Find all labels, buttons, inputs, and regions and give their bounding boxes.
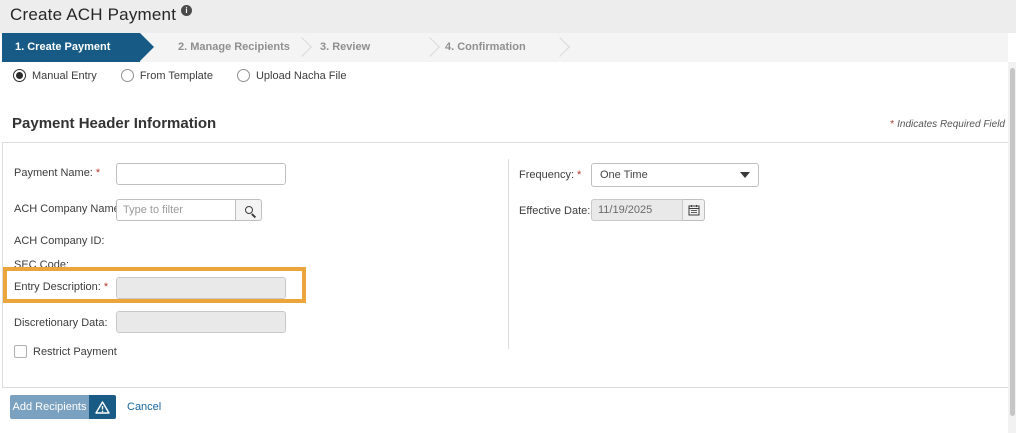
restrict-payment-checkbox[interactable] xyxy=(14,345,27,358)
frequency-label: Frequency:* xyxy=(519,169,581,181)
step-review[interactable]: 3. Review xyxy=(320,33,370,62)
radio-unselected-icon xyxy=(237,69,250,82)
entry-description-label: Entry Description:* xyxy=(14,281,108,293)
step-confirmation[interactable]: 4. Confirmation xyxy=(445,33,526,62)
frequency-required-asterisk: * xyxy=(577,169,581,181)
radio-from-template[interactable]: From Template xyxy=(121,69,213,82)
chevron-down-icon xyxy=(740,172,750,178)
calendar-button[interactable] xyxy=(683,199,705,221)
effective-date-label: Effective Date:* xyxy=(519,205,598,217)
frequency-label-text: Frequency: xyxy=(519,169,574,181)
entry-mode-radio-group: Manual Entry From Template Upload Nacha … xyxy=(13,69,346,82)
vertical-scrollbar[interactable] xyxy=(1008,62,1016,433)
chevron-right-icon xyxy=(550,37,570,57)
frequency-select[interactable]: One Time xyxy=(591,163,759,187)
effective-date-input[interactable] xyxy=(591,199,683,221)
radio-upload-nacha-label: Upload Nacha File xyxy=(256,70,347,82)
add-recipients-warning-button[interactable] xyxy=(89,395,116,419)
wizard-stepper: 1. Create Payment 2. Manage Recipients 3… xyxy=(2,33,1008,62)
payment-name-input[interactable] xyxy=(116,163,286,185)
entry-description-required-asterisk: * xyxy=(104,281,108,293)
ach-company-name-input[interactable] xyxy=(116,199,236,221)
radio-from-template-label: From Template xyxy=(140,70,213,82)
radio-selected-icon xyxy=(13,69,26,82)
required-note-text: Indicates Required Field xyxy=(897,119,1005,130)
page-title-text: Create ACH Payment xyxy=(10,5,176,24)
entry-description-label-text: Entry Description: xyxy=(14,281,101,293)
ach-company-name-label: ACH Company Name:* xyxy=(14,203,130,215)
frequency-selected-value: One Time xyxy=(600,169,648,181)
discretionary-data-label: Discretionary Data: xyxy=(14,317,108,329)
restrict-payment-label: Restrict Payment xyxy=(33,346,117,358)
required-asterisk: * xyxy=(890,119,894,130)
ach-company-id-label: ACH Company ID: xyxy=(14,235,104,247)
calendar-icon xyxy=(688,204,700,216)
section-title: Payment Header Information xyxy=(12,115,216,132)
info-icon[interactable]: i xyxy=(181,5,192,16)
required-field-note: *Indicates Required Field xyxy=(890,119,1005,130)
radio-upload-nacha[interactable]: Upload Nacha File xyxy=(237,69,347,82)
effective-date-label-text: Effective Date: xyxy=(519,205,590,217)
payment-header-panel: Payment Name:* ACH Company Name:* ACH Co… xyxy=(2,142,1009,388)
payment-name-required-asterisk: * xyxy=(96,167,100,179)
radio-manual-entry[interactable]: Manual Entry xyxy=(13,69,97,82)
sec-code-label: SEC Code: xyxy=(14,259,69,271)
chevron-right-icon xyxy=(292,37,312,57)
radio-manual-entry-label: Manual Entry xyxy=(32,70,97,82)
step-manage-recipients[interactable]: 2. Manage Recipients xyxy=(178,33,290,62)
column-divider xyxy=(508,159,509,349)
search-icon xyxy=(245,206,253,214)
cancel-link[interactable]: Cancel xyxy=(127,401,161,413)
effective-date-group xyxy=(591,199,705,221)
step-create-payment-label: 1. Create Payment xyxy=(15,41,110,53)
search-button[interactable] xyxy=(236,199,262,221)
ach-company-name-group xyxy=(116,199,262,221)
entry-description-input[interactable] xyxy=(116,277,286,299)
payment-name-label-text: Payment Name: xyxy=(14,167,93,179)
warning-icon xyxy=(95,401,110,414)
payment-name-label: Payment Name:* xyxy=(14,167,100,179)
radio-unselected-icon xyxy=(121,69,134,82)
scrollbar-thumb[interactable] xyxy=(1010,68,1015,416)
chevron-right-icon xyxy=(420,37,440,57)
discretionary-data-input[interactable] xyxy=(116,311,286,333)
step-create-payment[interactable]: 1. Create Payment xyxy=(2,33,140,62)
page-title: Create ACH Payment i xyxy=(10,5,192,25)
ach-company-name-label-text: ACH Company Name: xyxy=(14,203,123,215)
add-recipients-button[interactable]: Add Recipients xyxy=(10,395,89,419)
